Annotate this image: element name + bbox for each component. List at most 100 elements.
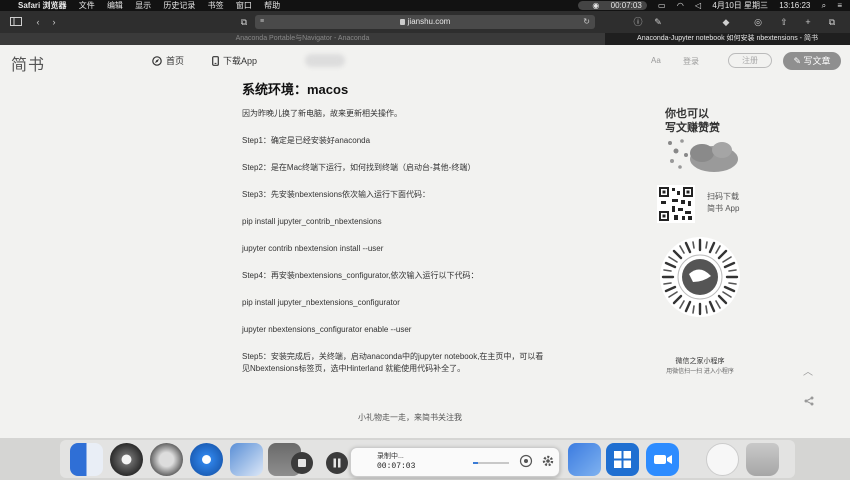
recording-elapsed: 00:07:03 (377, 462, 416, 471)
phone-icon (212, 56, 219, 69)
menu-history[interactable]: 历史记录 (163, 1, 195, 10)
nav-app-label: 下载App (223, 56, 258, 66)
font-size-toggle[interactable]: Aa (651, 56, 661, 65)
nav-search-blurred[interactable] (305, 54, 345, 67)
reload-icon[interactable]: ↻ (583, 15, 590, 29)
article-body: 系统环境：macos 因为昨晚儿换了新电脑，故来更新相关操作。 Step1：确定… (242, 82, 543, 390)
code-line: jupyter nbextensions_configurator enable… (242, 325, 412, 334)
mini-program-code (659, 236, 741, 318)
qr-caption-line-2: 简书 App (707, 204, 740, 213)
mini-program-subtitle: 用微信扫一扫 进入小程序 (666, 369, 734, 375)
wifi-icon[interactable]: ◠ (677, 1, 684, 10)
reading-list-icon[interactable]: ◎ (750, 15, 766, 29)
share-icon[interactable]: ⇧ (776, 15, 792, 29)
menu-view[interactable]: 显示 (135, 1, 151, 10)
finder-icon[interactable] (70, 443, 103, 476)
screen-recorder-panel: 录制中... 00:07:03 (291, 447, 560, 477)
app-store-icon[interactable] (568, 443, 601, 476)
paragraph: Step3：先安装nbextensions依次输入运行下面代码： (242, 190, 431, 199)
tab-overview-icon[interactable]: ⧉ (236, 15, 252, 29)
extension-icon[interactable]: ◆ (718, 15, 734, 29)
menu-bookmarks[interactable]: 书签 (208, 1, 224, 10)
battery-icon[interactable]: ▭ (658, 1, 666, 10)
tab-jianshu[interactable]: Anaconda-Jupyter notebook 如何安装 nbextensi… (605, 33, 850, 45)
reward-prompt[interactable]: 小礼物走一走，来简书关注我 (242, 412, 578, 423)
launchpad-icon[interactable] (110, 443, 143, 476)
code-line: pip install jupyter_nbextensions_configu… (242, 298, 400, 307)
nav-home-label: 首页 (166, 56, 185, 66)
tabs-icon[interactable]: ⧉ (824, 15, 840, 29)
site-nav: 简书 首页 下载App Aa 登录 注册 ✎ 写文章 (0, 45, 850, 77)
promo-illustration[interactable] (662, 133, 742, 182)
nav-download-app-link[interactable]: 下载App (212, 55, 257, 69)
recording-indicator[interactable]: ◉ 00:07:03 (578, 1, 647, 10)
lock-icon (399, 19, 405, 25)
address-bar[interactable]: ≡ jianshu.com ↻ (255, 15, 595, 29)
menu-bar: Safari 浏览器 文件 编辑 显示 历史记录 书签 窗口 帮助 ◉ 00:0… (0, 0, 850, 11)
menu-help[interactable]: 帮助 (264, 1, 280, 10)
pen-icon: ✎ (793, 56, 801, 66)
search-icon[interactable]: ⌕ (822, 1, 826, 10)
new-tab-icon[interactable]: + (800, 15, 816, 29)
paragraph: Step4：再安装nbextensions_configurator,依次输入运… (242, 271, 479, 280)
recording-timer: 00:07:03 (610, 1, 642, 10)
menu-edit[interactable]: 编辑 (107, 1, 123, 10)
compass-icon (152, 56, 162, 69)
paragraph: Step1：确定是已经安装好anaconda (242, 136, 371, 145)
paragraph: Step5：安装完成后，关终端，启动anaconda中的jupyter note… (242, 352, 544, 373)
camera-icon[interactable] (519, 454, 533, 473)
volume-icon[interactable]: ◁ (695, 1, 701, 10)
web-page: 简书 首页 下载App Aa 登录 注册 ✎ 写文章 系统环境：macos 因为… (0, 45, 850, 438)
record-dot-icon: ◉ (592, 1, 600, 10)
menu-date[interactable]: 4月10日 星期三 (712, 1, 768, 10)
code-line: pip install jupyter_contrib_nbextensions (242, 217, 382, 226)
article-heading: 系统环境：macos (242, 82, 349, 97)
qr-caption: 扫码下载 简书 App (707, 191, 739, 215)
volume-fill (473, 462, 479, 464)
back-icon[interactable]: ‹ (30, 15, 46, 29)
windows-app-icon[interactable] (606, 443, 639, 476)
app-qr-code (657, 185, 695, 223)
qr-caption-line-1: 扫码下载 (707, 192, 739, 201)
menu-file[interactable]: 文件 (79, 1, 95, 10)
tab-label: Anaconda Portable与Navigator - Anaconda (235, 35, 370, 42)
stop-recording-button[interactable] (291, 452, 313, 474)
gear-icon[interactable] (541, 454, 555, 473)
info-icon[interactable]: ⓘ (630, 15, 646, 29)
volume-slider[interactable] (473, 462, 509, 464)
nav-home-link[interactable]: 首页 (152, 55, 184, 69)
write-label: 写文章 (803, 56, 831, 66)
safari-icon[interactable] (190, 443, 223, 476)
control-center-icon[interactable]: ≡ (837, 1, 842, 10)
back-to-top-icon[interactable]: ︿ (803, 363, 813, 378)
menu-clock[interactable]: 13:16:23 (779, 1, 810, 10)
tab-bar: Anaconda Portable与Navigator - Anaconda A… (0, 33, 850, 45)
reader-icon[interactable]: ≡ (260, 15, 264, 29)
mail-icon[interactable] (230, 443, 263, 476)
paragraph: 因为昨晚儿换了新电脑，故来更新相关操作。 (242, 109, 402, 118)
share-icon[interactable] (804, 393, 814, 411)
code-line: jupyter contrib nbextension install --us… (242, 244, 384, 253)
site-logo[interactable]: 简书 (11, 51, 45, 75)
address-url: jianshu.com (407, 17, 451, 26)
trash-icon[interactable] (746, 443, 779, 476)
menu-window[interactable]: 窗口 (236, 1, 252, 10)
forward-icon[interactable]: › (46, 15, 62, 29)
pause-recording-button[interactable] (326, 452, 348, 474)
mini-program-title: 微信之家小程序 (675, 358, 725, 365)
write-article-button[interactable]: ✎ 写文章 (783, 52, 841, 70)
sidebar-toggle-icon[interactable] (8, 15, 24, 29)
compass-app-icon[interactable] (150, 443, 183, 476)
browser-toolbar: ‹ › ⧉ ≡ jianshu.com ↻ ⓘ ✎ ◆ ◎ ⇧ + ⧉ (0, 11, 850, 33)
paragraph: Step2：是在Mac终端下运行，如何找到终端（启动台-其他-终端） (242, 163, 476, 172)
video-call-icon[interactable] (646, 443, 679, 476)
dock: 录制中... 00:07:03 (0, 438, 850, 480)
register-button[interactable]: 注册 (728, 53, 772, 68)
pin-icon[interactable]: ✎ (650, 15, 666, 29)
tab-label: Anaconda-Jupyter notebook 如何安装 nbextensi… (637, 35, 818, 42)
downloads-stack-icon[interactable] (706, 443, 739, 476)
tab-anaconda[interactable]: Anaconda Portable与Navigator - Anaconda (0, 33, 605, 45)
login-link[interactable]: 登录 (683, 56, 699, 67)
recording-status: 录制中... (377, 453, 404, 460)
menu-app-name[interactable]: Safari 浏览器 (18, 1, 66, 10)
